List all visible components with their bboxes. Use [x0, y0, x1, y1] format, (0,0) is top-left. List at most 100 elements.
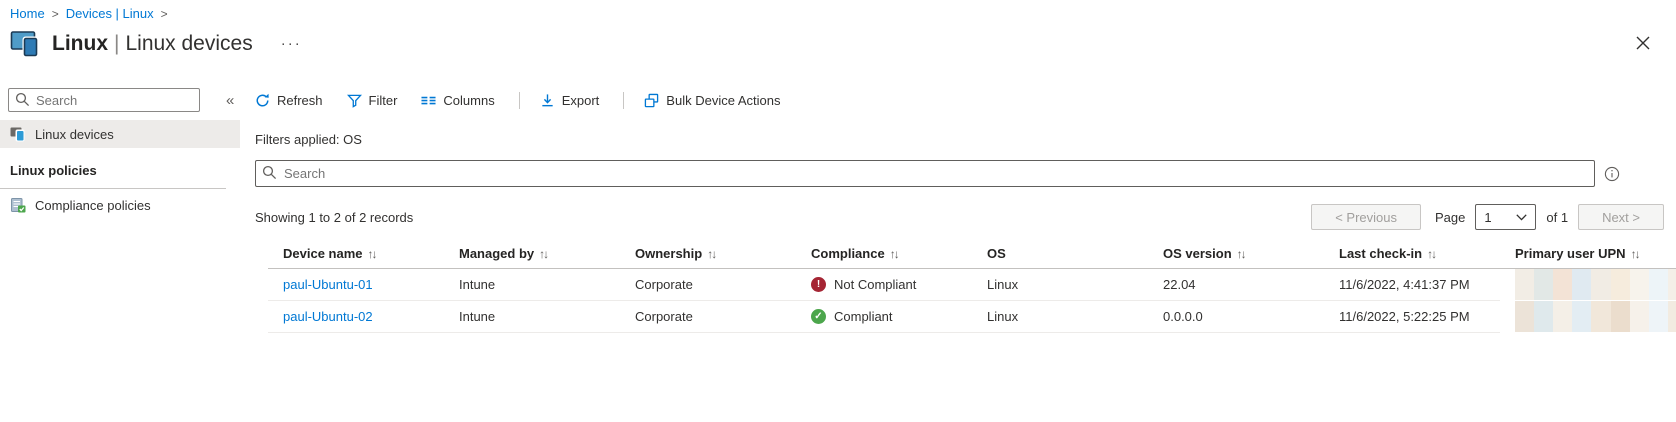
sidebar-item-linux-devices[interactable]: Linux devices — [0, 120, 240, 148]
not-compliant-icon: ! — [811, 277, 826, 292]
last-check-in-cell: 11/6/2022, 5:22:25 PM — [1324, 300, 1500, 333]
search-icon — [15, 92, 30, 107]
compliance-cell: ✓ Compliant — [796, 300, 972, 333]
os-version-cell: 0.0.0.0 — [1148, 300, 1324, 333]
redacted-upn-blur — [1515, 269, 1676, 301]
records-summary: Showing 1 to 2 of 2 records — [255, 209, 414, 225]
column-label: Ownership — [635, 246, 703, 261]
next-page-button[interactable]: Next > — [1578, 204, 1664, 230]
sort-icon: ↑↓ — [367, 247, 378, 261]
devices-icon — [10, 31, 39, 58]
ownership-cell: Corporate — [620, 300, 796, 333]
page-number-select[interactable]: 1 — [1475, 204, 1537, 230]
records-row: Showing 1 to 2 of 2 records < Previous P… — [255, 204, 1664, 230]
collapse-sidebar-icon[interactable]: « — [226, 92, 234, 109]
previous-page-button[interactable]: < Previous — [1311, 204, 1421, 230]
redacted-upn-blur — [1515, 301, 1676, 332]
column-header-compliance[interactable]: Compliance ↑↓ — [796, 240, 972, 269]
compliance-cell: ! Not Compliant — [796, 268, 972, 301]
page-label: Page — [1435, 209, 1466, 225]
columns-icon — [421, 96, 436, 104]
breadcrumb-devices-linux[interactable]: Devices | Linux — [66, 6, 154, 21]
breadcrumb-home[interactable]: Home — [10, 6, 45, 21]
pagination: < Previous Page 1 of 1 Next > — [1311, 204, 1664, 230]
column-header-device-name[interactable]: Device name ↑↓ — [268, 240, 444, 269]
filters-applied-text: Filters applied: OS — [255, 132, 362, 147]
columns-label: Columns — [443, 92, 495, 108]
sidebar-search-input[interactable] — [8, 88, 200, 112]
primary-user-upn-cell — [1500, 301, 1676, 333]
managed-by-cell: Intune — [444, 268, 620, 301]
column-header-managed-by[interactable]: Managed by ↑↓ — [444, 240, 620, 269]
breadcrumb-separator: > — [51, 6, 59, 21]
grid-search-row — [255, 160, 1676, 187]
column-label: Primary user UPN — [1515, 246, 1626, 261]
last-check-in-cell: 11/6/2022, 4:41:37 PM — [1324, 268, 1500, 301]
sort-icon: ↑↓ — [889, 247, 900, 261]
refresh-button[interactable]: Refresh — [255, 93, 323, 108]
export-label: Export — [561, 92, 600, 108]
table-row[interactable]: paul-Ubuntu-02 Intune Corporate ✓ Compli… — [268, 300, 1676, 333]
sidebar-item-label: Compliance policies — [35, 197, 151, 213]
column-header-ownership[interactable]: Ownership ↑↓ — [620, 240, 796, 269]
os-cell: Linux — [972, 268, 1148, 301]
sort-icon: ↑↓ — [1630, 247, 1641, 261]
page-title: Linux | Linux devices — [52, 32, 253, 56]
sidebar: « Linux devices Linux policies Complianc… — [0, 88, 240, 219]
breadcrumb: Home > Devices | Linux > — [10, 6, 168, 21]
bulk-device-actions-button[interactable]: Bulk Device Actions — [644, 93, 780, 108]
search-icon — [262, 165, 277, 180]
bulk-device-actions-label: Bulk Device Actions — [666, 92, 781, 108]
page-header: Linux | Linux devices ··· — [10, 30, 304, 58]
column-label: Last check-in — [1339, 246, 1423, 261]
info-icon[interactable] — [1604, 166, 1620, 182]
more-options-icon[interactable]: ··· — [279, 35, 304, 53]
column-label: OS — [987, 246, 1006, 261]
export-button[interactable]: Export — [540, 92, 600, 108]
filter-icon — [346, 94, 362, 108]
sort-icon: ↑↓ — [539, 247, 549, 261]
sort-icon: ↑↓ — [1236, 247, 1247, 261]
column-header-primary-user-upn[interactable]: Primary user UPN ↑↓ — [1500, 240, 1676, 269]
refresh-icon — [256, 93, 269, 106]
ownership-cell: Corporate — [620, 268, 796, 301]
filter-button[interactable]: Filter — [346, 92, 398, 108]
os-version-cell: 22.04 — [1148, 268, 1324, 301]
page-title-secondary: Linux devices — [125, 32, 253, 55]
page-title-separator: | — [114, 32, 120, 55]
page-title-primary: Linux — [52, 32, 108, 55]
sort-icon: ↑↓ — [707, 247, 717, 261]
toolbar-divider — [623, 91, 625, 109]
table-header-row: Device name ↑↓ Managed by ↑↓ Ownership ↑↓ C… — [268, 240, 1676, 269]
bulk-device-actions-icon — [645, 93, 659, 107]
device-name-link[interactable]: paul-Ubuntu-02 — [283, 309, 373, 324]
sort-icon: ↑↓ — [1427, 247, 1437, 261]
primary-user-upn-cell — [1500, 269, 1676, 301]
columns-button[interactable]: Columns — [421, 92, 495, 108]
column-label: Device name — [283, 246, 363, 261]
column-label: Compliance — [811, 246, 885, 261]
device-name-link[interactable]: paul-Ubuntu-01 — [283, 277, 373, 292]
grid-search-input[interactable] — [255, 160, 1595, 187]
sidebar-section-linux-policies: Linux policies — [10, 163, 97, 178]
os-cell: Linux — [972, 300, 1148, 333]
column-header-last-check-in[interactable]: Last check-in ↑↓ — [1324, 240, 1500, 269]
sidebar-item-compliance-policies[interactable]: Compliance policies — [0, 191, 240, 219]
breadcrumb-separator: > — [160, 6, 168, 21]
toolbar: Refresh Filter Columns Export Bulk Devic… — [255, 88, 1676, 112]
compliance-label: Not Compliant — [834, 277, 917, 292]
toolbar-divider — [518, 91, 520, 109]
column-header-os-version[interactable]: OS version ↑↓ — [1148, 240, 1324, 269]
refresh-label: Refresh — [277, 92, 323, 108]
managed-by-cell: Intune — [444, 300, 620, 333]
column-header-os: OS — [972, 240, 1148, 269]
export-icon — [542, 93, 553, 106]
column-label: Managed by — [459, 246, 535, 261]
compliance-label: Compliant — [834, 309, 893, 324]
close-icon[interactable] — [1636, 36, 1654, 54]
compliance-policies-icon — [11, 197, 26, 212]
table-row[interactable]: paul-Ubuntu-01 Intune Corporate ! Not Co… — [268, 268, 1676, 301]
page-of-label: of 1 — [1546, 209, 1569, 225]
compliant-icon: ✓ — [811, 309, 826, 324]
filter-label: Filter — [368, 92, 398, 108]
